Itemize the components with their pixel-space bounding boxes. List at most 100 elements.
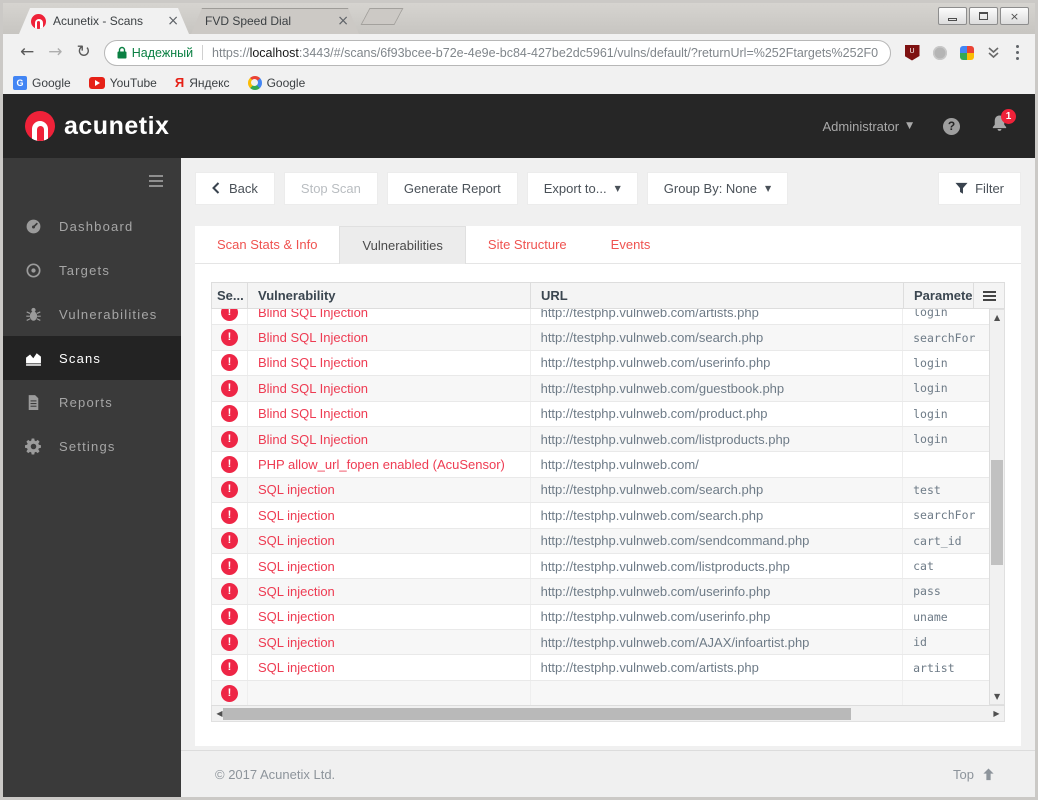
vulnerability-cell[interactable]: Blind SQL Injection <box>248 350 531 376</box>
table-row[interactable]: ! Blind SQL Injection http://testphp.vul… <box>212 350 990 377</box>
address-bar[interactable]: Надежный https://localhost:3443/#/scans/… <box>103 39 891 66</box>
main-content: Back Stop Scan Generate Report Export to… <box>181 158 1035 797</box>
globe-extension-icon[interactable] <box>932 45 947 60</box>
vulnerability-cell[interactable]: SQL injection <box>248 477 531 503</box>
table-row[interactable]: ! SQL injection http://testphp.vulnweb.c… <box>212 655 990 681</box>
vulnerability-cell[interactable]: Blind SQL Injection <box>248 325 531 350</box>
scroll-down-arrow-icon[interactable]: ▼ <box>990 689 1004 704</box>
tab-scan-stats[interactable]: Scan Stats & Info <box>195 226 339 263</box>
vulnerability-cell[interactable]: SQL injection <box>248 528 531 553</box>
new-tab-button[interactable] <box>360 8 404 25</box>
tab-events[interactable]: Events <box>589 226 673 263</box>
notifications-button[interactable]: 1 <box>990 109 1016 138</box>
ublock-extension-icon[interactable]: U <box>904 44 920 61</box>
scroll-to-top-link[interactable]: Top <box>953 767 995 782</box>
reload-icon[interactable]: ↻ <box>77 44 91 61</box>
table-row[interactable]: ! SQL injection http://testphp.vulnweb.c… <box>212 477 990 504</box>
column-vulnerability[interactable]: Vulnerability <box>248 283 531 308</box>
vulnerability-cell[interactable]: Blind SQL Injection <box>248 309 531 325</box>
column-severity[interactable]: Se... <box>212 283 248 308</box>
bookmark-youtube[interactable]: YouTube <box>88 76 157 90</box>
tab-vulnerabilities[interactable]: Vulnerabilities <box>339 226 466 264</box>
table-row[interactable]: ! PHP allow_url_fopen enabled (AcuSensor… <box>212 452 990 478</box>
vulnerability-cell[interactable]: Blind SQL Injection <box>248 401 531 426</box>
url-cell: http://testphp.vulnweb.com/guestbook.php <box>531 376 904 401</box>
vulnerability-cell[interactable]: PHP allow_url_fopen enabled (AcuSensor) <box>248 452 531 477</box>
vulnerability-cell[interactable]: SQL injection <box>248 553 531 579</box>
browser-menu-icon[interactable] <box>1015 44 1019 61</box>
table-row[interactable]: ! SQL injection http://testphp.vulnweb.c… <box>212 604 990 631</box>
back-icon[interactable]: ← <box>20 44 34 61</box>
export-to-dropdown[interactable]: Export to... ▼ <box>526 171 638 205</box>
table-row[interactable]: ! SQL injection http://testphp.vulnweb.c… <box>212 579 990 605</box>
column-parameter[interactable]: Parameter <box>904 283 974 308</box>
severity-cell: ! <box>212 401 248 426</box>
column-menu-button[interactable] <box>974 283 1004 308</box>
filter-button[interactable]: Filter <box>938 171 1021 205</box>
scroll-up-arrow-icon[interactable]: ▲ <box>990 310 1004 325</box>
group-by-dropdown[interactable]: Group By: None ▼ <box>646 171 789 205</box>
scan-toolbar: Back Stop Scan Generate Report Export to… <box>195 171 1021 205</box>
vertical-scroll-thumb[interactable] <box>991 460 1004 565</box>
table-row[interactable]: ! SQL injection http://testphp.vulnweb.c… <box>212 553 990 580</box>
tab-close-icon[interactable]: × <box>337 15 349 27</box>
minimize-button[interactable] <box>938 7 967 25</box>
help-icon[interactable]: ? <box>943 117 960 135</box>
vertical-scrollbar[interactable]: ▲ ▼ <box>989 309 1005 705</box>
vulnerability-cell[interactable]: SQL injection <box>248 604 531 630</box>
table-row[interactable]: ! Blind SQL Injection http://testphp.vul… <box>212 309 990 326</box>
sidebar-item-reports[interactable]: Reports <box>3 380 181 424</box>
bookmark-google[interactable]: Google <box>247 75 305 90</box>
maximize-button[interactable] <box>969 7 998 25</box>
sidebar-toggle[interactable] <box>3 158 181 204</box>
gear-icon <box>25 438 41 454</box>
vulnerability-cell[interactable]: SQL injection <box>248 503 531 528</box>
table-row[interactable]: ! SQL injection http://testphp.vulnweb.c… <box>212 503 990 529</box>
browser-tab-fvd[interactable]: FVD Speed Dial × <box>191 8 359 34</box>
user-menu[interactable]: Administrator ▼ <box>823 119 914 134</box>
table-row[interactable]: ! SQL injection http://testphp.vulnweb.c… <box>212 630 990 656</box>
table-row[interactable]: ! SQL injection http://testphp.vulnweb.c… <box>212 528 990 554</box>
parameter-cell: uname <box>913 609 948 624</box>
tab-title: FVD Speed Dial <box>205 14 292 28</box>
browser-navbar: ← → ↻ Надежный https://localhost:3443/#/… <box>3 34 1035 71</box>
table-row[interactable]: ! <box>212 680 990 705</box>
vulnerability-cell[interactable]: SQL injection <box>248 630 531 655</box>
extensions-overflow-icon[interactable] <box>987 46 1000 59</box>
vulnerability-cell[interactable]: SQL injection <box>248 655 531 680</box>
close-button[interactable]: × <box>1000 7 1029 25</box>
fvd-extension-icon[interactable] <box>959 45 974 60</box>
sidebar-item-settings[interactable]: Settings <box>3 424 181 468</box>
forward-icon[interactable]: → <box>48 44 62 61</box>
sidebar-item-dashboard[interactable]: Dashboard <box>3 204 181 248</box>
bookmark-google-translate[interactable]: G Google <box>13 75 71 90</box>
column-url[interactable]: URL <box>531 283 904 308</box>
columns-menu-icon <box>982 290 996 301</box>
horizontal-scrollbar[interactable]: ◀ ▶ <box>211 705 1005 722</box>
sidebar-item-vulnerabilities[interactable]: Vulnerabilities <box>3 292 181 336</box>
vulnerability-cell[interactable]: SQL injection <box>248 579 531 604</box>
vulnerability-cell[interactable] <box>248 680 531 705</box>
table-row[interactable]: ! Blind SQL Injection http://testphp.vul… <box>212 376 990 402</box>
tab-close-icon[interactable]: × <box>167 15 179 27</box>
tab-site-structure[interactable]: Site Structure <box>466 226 589 263</box>
generate-report-button[interactable]: Generate Report <box>386 171 518 205</box>
vulnerability-cell[interactable]: Blind SQL Injection <box>248 376 531 401</box>
url-cell: http://testphp.vulnweb.com/listproducts.… <box>531 426 904 452</box>
table-row[interactable]: ! Blind SQL Injection http://testphp.vul… <box>212 426 990 453</box>
vulnerability-cell[interactable]: Blind SQL Injection <box>248 426 531 452</box>
table-row[interactable]: ! Blind SQL Injection http://testphp.vul… <box>212 325 990 351</box>
back-button[interactable]: Back <box>195 171 275 205</box>
stop-scan-button[interactable]: Stop Scan <box>283 171 378 205</box>
sidebar-item-targets[interactable]: Targets <box>3 248 181 292</box>
table-row[interactable]: ! Blind SQL Injection http://testphp.vul… <box>212 401 990 427</box>
high-severity-icon: ! <box>220 633 238 651</box>
scroll-right-arrow-icon[interactable]: ▶ <box>989 706 1004 721</box>
sidebar-item-scans[interactable]: Scans <box>3 336 181 380</box>
bookmark-yandex[interactable]: Я Яндекс <box>175 75 230 90</box>
browser-tab-acunetix[interactable]: Acunetix - Scans × <box>19 8 189 34</box>
brand-name: acunetix <box>64 111 170 140</box>
horizontal-scroll-thumb[interactable] <box>223 707 851 720</box>
security-status[interactable]: Надежный <box>132 46 193 60</box>
app-header: acunetix Administrator ▼ ? 1 <box>3 94 1035 158</box>
